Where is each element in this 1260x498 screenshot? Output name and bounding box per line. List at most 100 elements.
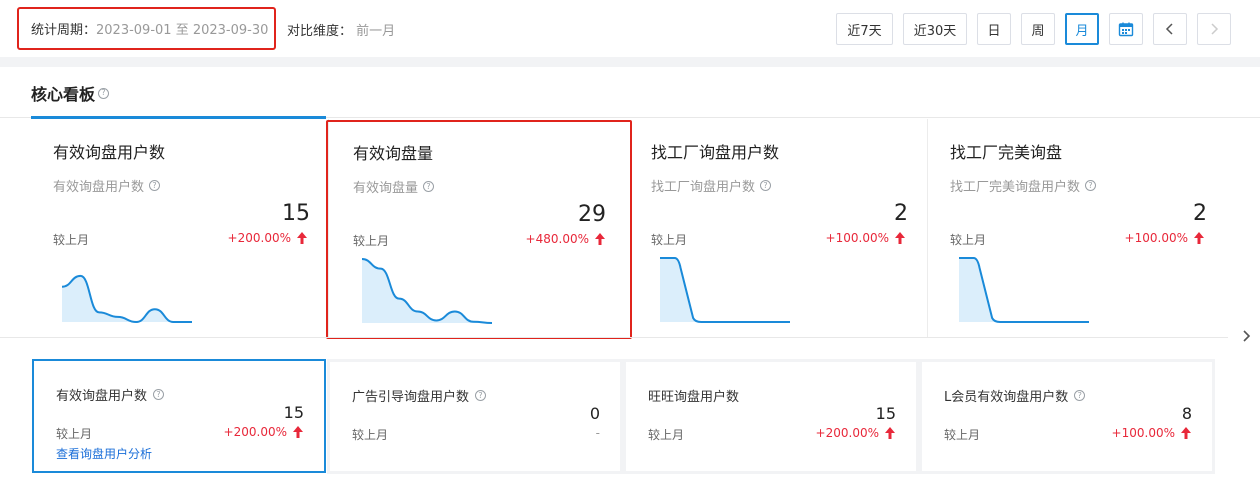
calendar-icon	[1118, 22, 1134, 37]
chevron-right-icon	[1211, 23, 1219, 35]
change-rate: +480.00%	[526, 232, 606, 246]
compare-value: 前一月	[356, 24, 396, 39]
change-rate: +100.00%	[1112, 426, 1192, 440]
change-rate-text: +100.00%	[1111, 426, 1175, 440]
period-value[interactable]: 2023-09-01 至 2023-09-30	[96, 19, 268, 38]
week-button[interactable]: 周	[1021, 13, 1055, 45]
compare-period-label: 较上月	[651, 233, 688, 247]
arrow-up-icon	[1194, 232, 1204, 244]
help-icon[interactable]: ?	[149, 180, 161, 191]
last-7-days-button[interactable]: 近7天	[836, 13, 893, 45]
card-title: 有效询盘量	[353, 144, 434, 163]
arrow-up-icon	[297, 232, 307, 244]
sub-metric-title: 广告引导询盘用户数?	[352, 386, 487, 405]
sub-metric-value: 8	[1181, 404, 1192, 423]
sub-metric-l-member-inquiry-users[interactable]: L会员有效询盘用户数? 8 较上月 +100.00%	[919, 359, 1215, 474]
sub-metric-title-text: 有效询盘用户数	[56, 389, 148, 404]
change-rate: +200.00%	[224, 425, 304, 439]
compare-dimension: 对比维度： 前一月	[287, 20, 395, 39]
sub-metric-title: 有效询盘用户数?	[56, 385, 165, 404]
compare-period-label: 较上月	[944, 428, 981, 442]
sub-metric-ad-guided-inquiry-users[interactable]: 广告引导询盘用户数? 0 较上月 -	[327, 359, 623, 474]
change-rate: +100.00%	[1125, 231, 1205, 245]
arrow-up-icon	[895, 232, 905, 244]
view-inquiry-user-analysis-link[interactable]: 查看询盘用户分析	[56, 445, 152, 462]
card-value: 15	[282, 201, 310, 226]
sparkline	[660, 257, 790, 323]
help-icon[interactable]: ?	[1085, 180, 1097, 191]
sub-metric-title-text: L会员有效询盘用户数	[944, 390, 1069, 405]
period-label: 统计周期：	[31, 23, 97, 38]
chevron-left-icon	[1165, 23, 1173, 35]
card-title: 有效询盘用户数	[53, 143, 166, 162]
help-icon[interactable]: ?	[760, 180, 772, 191]
sub-metric-effective-inquiry-users[interactable]: 有效询盘用户数? 15 较上月 +200.00% 查看询盘用户分析	[32, 359, 326, 473]
sub-metric-title: 旺旺询盘用户数	[648, 390, 740, 405]
sub-metric-title: L会员有效询盘用户数?	[944, 386, 1086, 405]
card-subtitle: 有效询盘用户数?	[53, 176, 161, 195]
sub-metric-value: 0	[589, 404, 600, 423]
card-title: 找工厂询盘用户数	[651, 143, 780, 162]
filter-bar: 统计周期： 2023-09-01 至 2023-09-30 对比维度： 前一月 …	[0, 0, 1260, 57]
change-rate-text: +200.00%	[223, 425, 287, 439]
month-button[interactable]: 月	[1065, 13, 1099, 45]
panel-title: 核心看板 ?	[31, 81, 110, 105]
card-subtitle-text: 有效询盘用户数	[53, 180, 145, 195]
arrow-up-icon	[1181, 427, 1191, 439]
sub-metric-wangwang-inquiry-users[interactable]: 旺旺询盘用户数 15 较上月 +200.00%	[623, 359, 919, 474]
card-subtitle-text: 找工厂询盘用户数	[651, 180, 756, 195]
arrow-up-icon	[595, 233, 605, 245]
card-subtitle: 找工厂完美询盘用户数?	[950, 176, 1097, 195]
chevron-right-icon	[1243, 330, 1251, 342]
divider	[0, 337, 1228, 338]
compare-label: 对比维度：	[287, 24, 353, 39]
period-highlight: 统计周期： 2023-09-01 至 2023-09-30	[17, 7, 276, 50]
panel-title-text: 核心看板	[31, 85, 96, 104]
sub-metric-value: 15	[283, 403, 304, 422]
arrow-up-icon	[885, 427, 895, 439]
sparkline-area	[62, 275, 192, 322]
card-subtitle: 有效询盘量?	[353, 177, 435, 196]
card-subtitle-text: 找工厂完美询盘用户数	[950, 180, 1081, 195]
metric-card-find-factory-inquiry-users[interactable]: 找工厂询盘用户数 找工厂询盘用户数? 2 较上月 +100.00%	[629, 119, 928, 337]
last-30-days-button[interactable]: 近30天	[903, 13, 967, 45]
change-rate-text: +100.00%	[1124, 231, 1188, 245]
change-rate-text: +200.00%	[815, 426, 879, 440]
calendar-button[interactable]	[1109, 13, 1143, 45]
card-title: 找工厂完美询盘	[950, 143, 1063, 162]
compare-period-label: 较上月	[353, 234, 390, 248]
arrow-up-icon	[293, 426, 303, 438]
sparkline	[62, 274, 192, 324]
change-rate: -	[595, 426, 600, 440]
day-button[interactable]: 日	[977, 13, 1011, 45]
metric-card-find-factory-perfect-inquiry[interactable]: 找工厂完美询盘 找工厂完美询盘用户数? 2 较上月 +100.00%	[928, 119, 1227, 337]
compare-period-label: 较上月	[648, 428, 685, 442]
card-value: 29	[578, 202, 606, 227]
sparkline	[362, 258, 493, 324]
help-icon[interactable]: ?	[475, 390, 487, 401]
compare-period-label: 较上月	[53, 233, 90, 247]
help-icon[interactable]: ?	[1074, 390, 1086, 401]
card-subtitle: 找工厂询盘用户数?	[651, 176, 772, 195]
help-icon[interactable]: ?	[153, 389, 165, 400]
change-rate: +200.00%	[816, 426, 896, 440]
compare-period-label: 较上月	[950, 233, 987, 247]
previous-period-button[interactable]	[1153, 13, 1187, 45]
card-subtitle-text: 有效询盘量	[353, 181, 419, 196]
change-rate-text: +200.00%	[227, 231, 291, 245]
card-value: 2	[894, 201, 908, 226]
sub-metric-value: 15	[875, 404, 896, 423]
metric-card-effective-inquiry-count[interactable]: 有效询盘量 有效询盘量? 29 较上月 +480.00%	[326, 120, 632, 339]
compare-period-label: 较上月	[352, 428, 389, 442]
metric-card-effective-inquiry-users[interactable]: 有效询盘用户数 有效询盘用户数? 15 较上月 +200.00%	[31, 119, 330, 337]
help-icon[interactable]: ?	[98, 87, 110, 99]
compare-period-label: 较上月	[56, 427, 93, 441]
next-metrics-button[interactable]	[1238, 324, 1254, 348]
sub-metric-title-text: 广告引导询盘用户数	[352, 390, 470, 405]
sparkline	[959, 257, 1089, 323]
help-icon[interactable]: ?	[423, 181, 435, 192]
change-rate-text: +480.00%	[525, 232, 589, 246]
card-value: 2	[1193, 201, 1207, 226]
next-period-button[interactable]	[1197, 13, 1231, 45]
change-rate: +100.00%	[826, 231, 906, 245]
